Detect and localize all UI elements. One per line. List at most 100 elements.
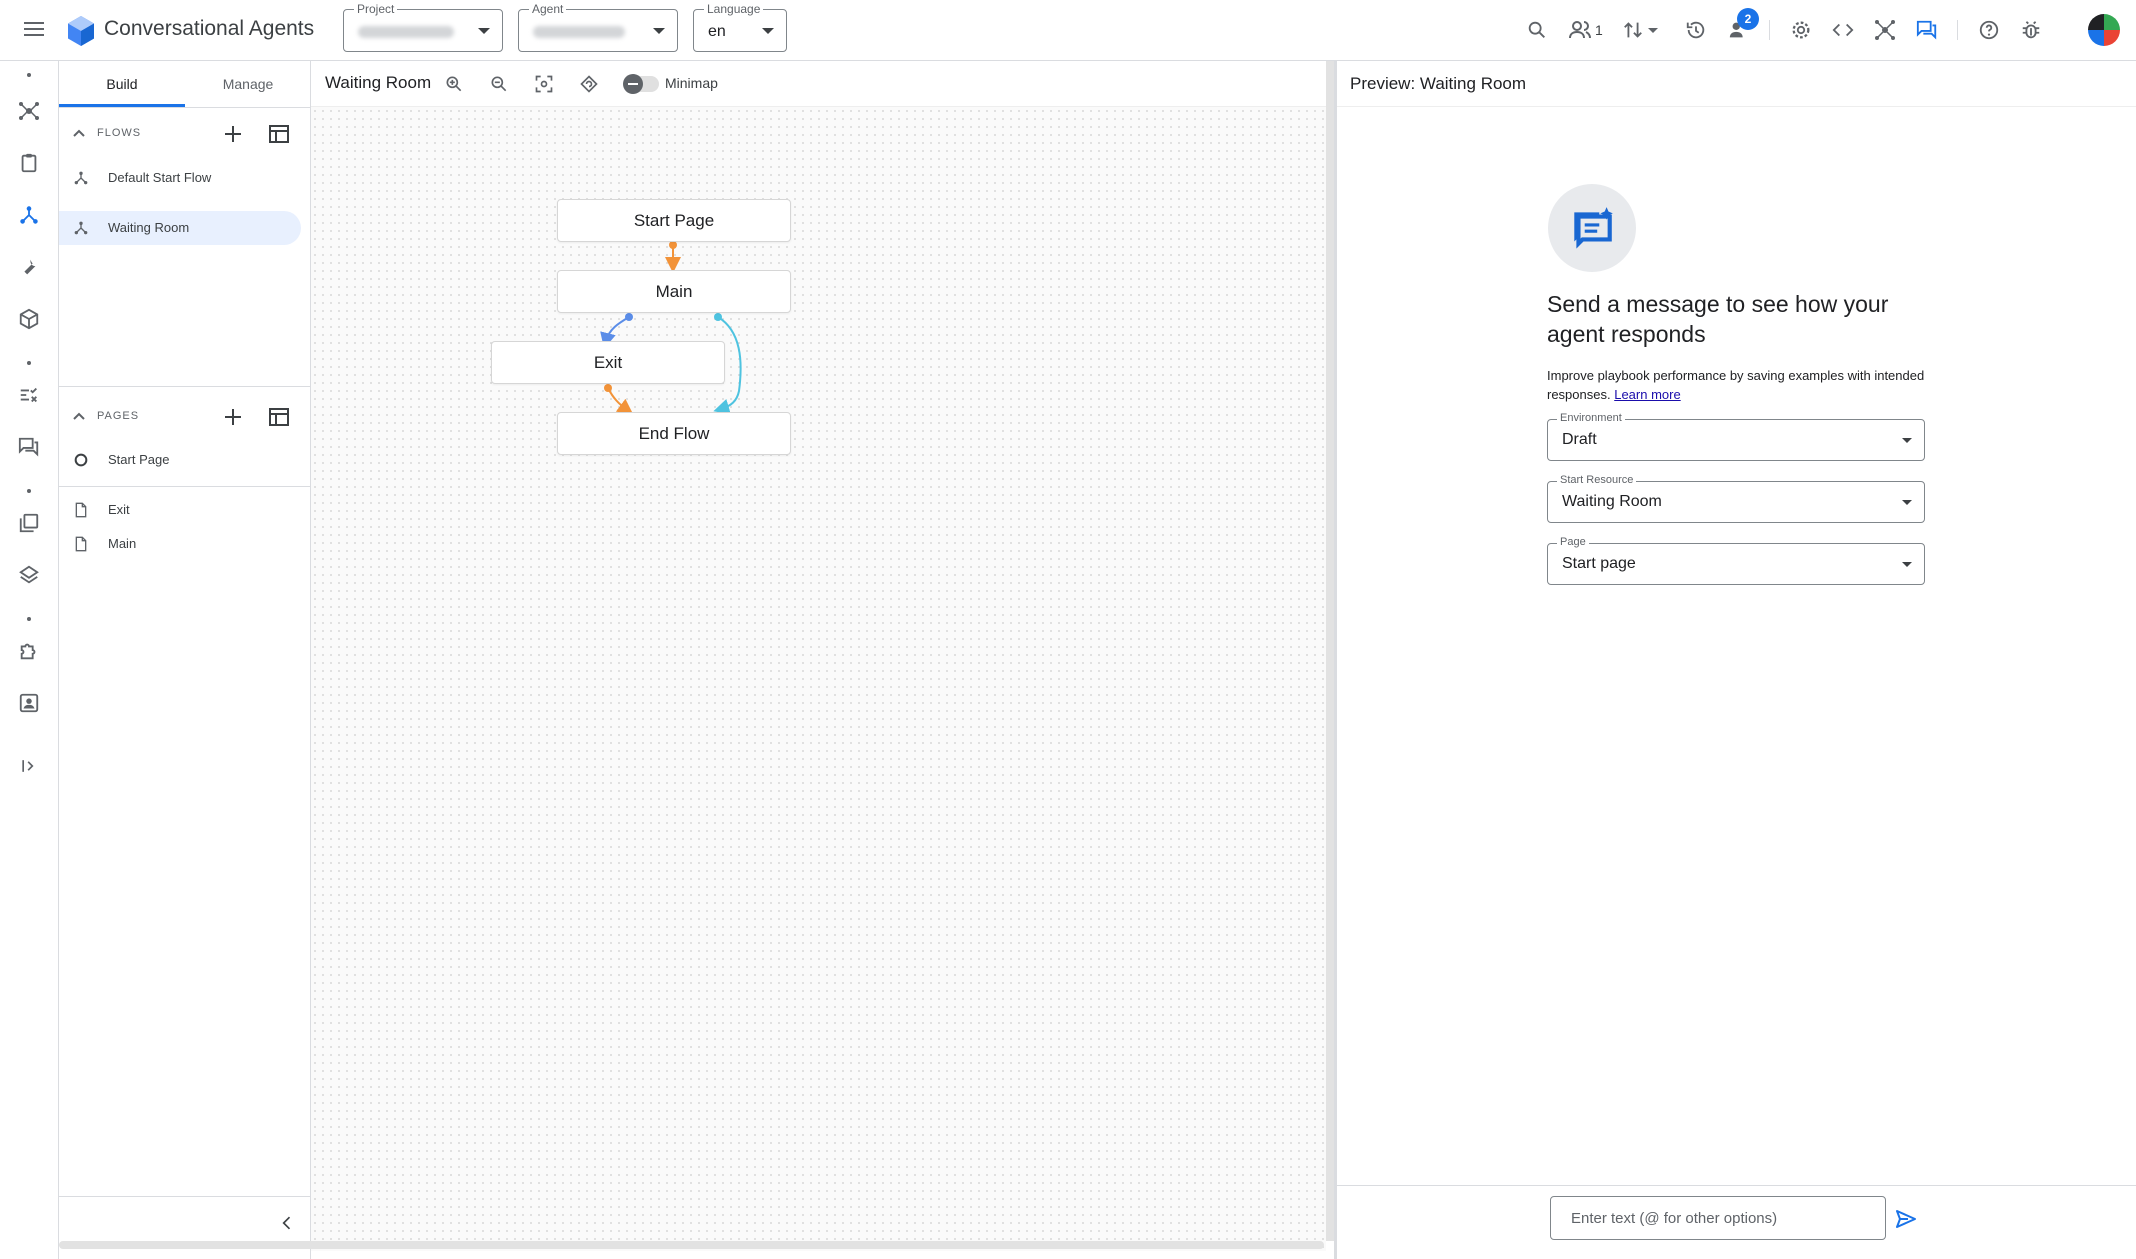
library-icon — [19, 513, 39, 533]
flow-item-default-start-flow[interactable]: Default Start Flow — [59, 161, 301, 195]
environment-select[interactable]: Environment Draft — [1547, 412, 1925, 461]
node-end-flow[interactable]: End Flow — [557, 412, 791, 455]
divider — [1337, 1185, 2136, 1186]
agent-selector[interactable]: Agent — [518, 2, 678, 52]
project-selector-label: Project — [354, 2, 398, 16]
chevron-down-icon — [762, 28, 774, 34]
rail-playbooks[interactable] — [13, 147, 45, 179]
learn-more-link[interactable]: Learn more — [1614, 387, 1680, 402]
zoom-out-icon[interactable] — [487, 72, 511, 96]
flow-canvas[interactable]: Waiting Room Minimap Start Page Main Exi… — [311, 61, 1326, 1251]
bug-report-icon[interactable] — [2017, 16, 2045, 44]
node-exit[interactable]: Exit — [491, 341, 725, 384]
rail-divider-dot — [27, 617, 31, 621]
table-view-icon[interactable] — [267, 405, 291, 429]
flow-icon — [74, 171, 88, 185]
import-export-button[interactable] — [1622, 16, 1662, 44]
project-selector-value — [358, 26, 454, 38]
preview-description-text: Improve playbook performance by saving e… — [1547, 368, 1925, 402]
node-start-page[interactable]: Start Page — [557, 199, 791, 242]
rail-conversations[interactable] — [13, 431, 45, 463]
add-flow-icon[interactable] — [221, 122, 245, 146]
environment-value: Draft — [1562, 431, 1597, 448]
chat-input[interactable] — [1550, 1196, 1886, 1240]
collapse-panel-icon[interactable] — [277, 1213, 297, 1233]
page-document-icon — [75, 536, 87, 552]
wrench-icon — [24, 259, 36, 275]
chevron-down-icon — [1902, 438, 1912, 443]
node-main[interactable]: Main — [557, 270, 791, 313]
add-page-icon[interactable] — [221, 405, 245, 429]
divider — [59, 107, 311, 108]
preview-chat-icon[interactable] — [1913, 16, 1941, 44]
language-selector-value: en — [708, 23, 726, 40]
help-icon[interactable] — [1975, 16, 2003, 44]
preview-title: Preview: Waiting Room — [1350, 74, 1527, 93]
chat-spark-icon — [1548, 184, 1636, 272]
settings-icon[interactable] — [1787, 16, 1815, 44]
page-item-start-page[interactable]: Start Page — [59, 443, 301, 477]
zoom-in-icon[interactable] — [442, 72, 466, 96]
chevron-down-icon — [653, 28, 665, 34]
page-document-icon — [75, 502, 87, 518]
code-icon[interactable] — [1829, 16, 1857, 44]
canvas-horizontal-scrollbar[interactable] — [59, 1241, 1324, 1249]
agent-graph-icon[interactable] — [1871, 16, 1899, 44]
divider — [59, 386, 311, 387]
collaborators-count: 1 — [1595, 22, 1603, 38]
agent-selector-label: Agent — [529, 2, 567, 16]
table-view-icon[interactable] — [267, 122, 291, 146]
start-resource-select[interactable]: Start Resource Waiting Room — [1547, 474, 1925, 523]
forum-icon — [18, 437, 39, 457]
minimap-toggle[interactable] — [623, 74, 659, 94]
preview-description: Improve playbook performance by saving e… — [1547, 366, 1927, 404]
flow-item-waiting-room[interactable]: Waiting Room — [59, 211, 301, 245]
package-icon — [19, 308, 39, 330]
conversational-agents-logo — [68, 16, 94, 46]
canvas-vertical-scrollbar[interactable] — [1326, 61, 1334, 1241]
canvas-grid[interactable] — [311, 107, 1326, 1251]
chevron-up-icon[interactable] — [71, 409, 87, 425]
canvas-toolbar: Waiting Room Minimap — [311, 61, 1326, 107]
history-icon[interactable] — [1682, 16, 1710, 44]
menu-icon[interactable] — [22, 18, 46, 42]
app-title: Conversational Agents — [104, 17, 315, 40]
rail-integrations[interactable] — [13, 635, 45, 667]
send-icon[interactable] — [1894, 1207, 1918, 1231]
page-item-exit[interactable]: Exit — [59, 493, 301, 527]
flows-section-header: FLOWS — [59, 114, 311, 154]
rail-data-stores[interactable] — [13, 303, 45, 335]
start-page-circle-icon — [74, 453, 88, 467]
rail-test-cases[interactable] — [13, 507, 45, 539]
tab-manage[interactable]: Manage — [185, 61, 311, 107]
divider — [59, 486, 311, 487]
rail-expand[interactable] — [13, 750, 45, 782]
language-selector-label: Language — [704, 2, 764, 16]
hub-icon — [19, 102, 39, 120]
page-item-main[interactable]: Main — [59, 527, 301, 561]
rail-profile[interactable] — [13, 687, 45, 719]
chevron-up-icon[interactable] — [71, 126, 87, 142]
page-item-label: Exit — [108, 502, 130, 517]
language-selector[interactable]: Language en — [693, 2, 787, 52]
toggle-knob — [623, 74, 643, 94]
page-select[interactable]: Page Start page — [1547, 536, 1925, 585]
reset-layout-icon[interactable] — [577, 72, 601, 96]
rail-tools[interactable] — [13, 251, 45, 283]
rail-versions[interactable] — [13, 559, 45, 591]
fit-view-icon[interactable] — [532, 72, 556, 96]
project-selector[interactable]: Project — [343, 2, 503, 52]
tab-build[interactable]: Build — [59, 61, 185, 107]
chevron-down-icon — [478, 28, 490, 34]
chevron-down-icon — [1902, 562, 1912, 567]
collaborators-button[interactable]: 1 — [1568, 16, 1612, 44]
search-icon[interactable] — [1523, 16, 1551, 44]
rail-evaluations[interactable] — [13, 379, 45, 411]
avatar[interactable] — [2088, 14, 2120, 46]
rail-divider-dot — [27, 489, 31, 493]
preview-panel: Preview: Waiting Room Send a message to … — [1337, 61, 2136, 1259]
rail-flows[interactable] — [13, 199, 45, 231]
flow-icon — [74, 221, 88, 235]
notifications-badge: 2 — [1737, 8, 1759, 30]
rail-agent-graph[interactable] — [13, 95, 45, 127]
